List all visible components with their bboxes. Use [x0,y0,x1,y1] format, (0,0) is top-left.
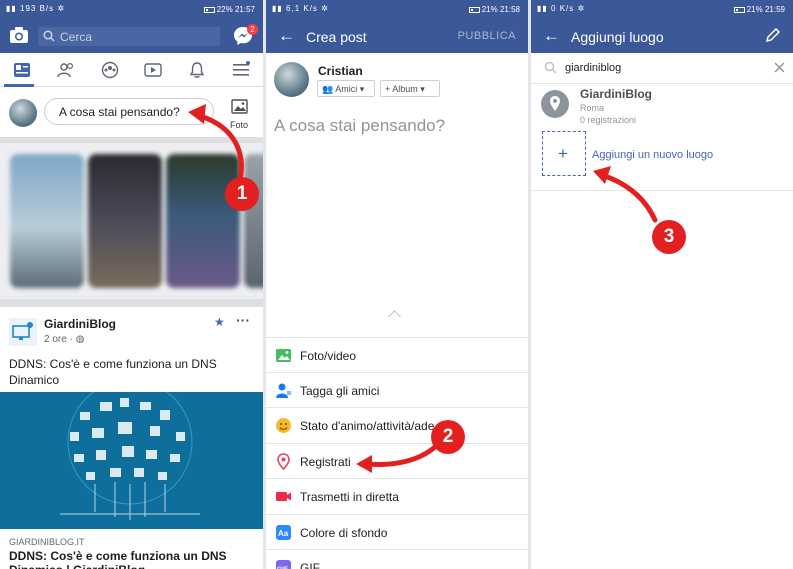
menu-label: Stato d'animo/attività/ade [300,419,435,433]
back-arrow-icon[interactable]: ← [278,26,295,46]
status-right: 21% 21:58 [467,5,520,14]
create-post-screen: ▮▮ 6,1 K/s ✲ 21% 21:58 ← Crea post PUBBL… [266,0,528,569]
avatar [9,99,37,127]
caret-icon: ▾ [420,84,425,94]
globe-icon: ◍ [75,334,85,345]
edit-pencil-icon[interactable] [765,27,781,43]
status-bar: ▮▮ 0 K/s ✲ 21% 21:59 [531,0,793,19]
place-name: GiardiniBlog [580,87,652,101]
place-checkins: 0 registrazioni [580,115,637,125]
status-left: ▮▮ 0 K/s ✲ [537,4,586,13]
top-bar: ← Crea post PUBBLICA [266,19,528,53]
search-icon [43,30,55,42]
divider [0,299,263,307]
status-right: 21% 21:59 [732,5,785,14]
menu-tab-icon[interactable] [232,61,250,79]
live-video-icon [276,492,291,501]
status-bar: ▮▮ 193 B/s ✲ 22% 21:57 [0,0,263,19]
news-feed-tab-icon[interactable] [13,61,31,79]
battery-icon [203,6,215,13]
menu-label: Colore di sfondo [300,526,388,540]
page-title: Aggiungi luogo [571,29,664,45]
add-new-place-label[interactable]: Aggiungi un nuovo luogo [592,149,713,161]
caret-icon: ▾ [359,84,365,94]
post-text-input[interactable]: A cosa stai pensando? [274,116,445,136]
plus-icon: + [558,144,568,163]
svg-text:Aa: Aa [278,529,289,538]
groups-tab-icon[interactable] [101,61,119,79]
background-color-icon: Aa [276,525,291,540]
top-bar: ← Aggiungi luogo [531,19,793,53]
tag-friends-icon [276,383,291,398]
location-pin-icon [277,453,290,470]
menu-label: GIF [300,561,320,569]
menu-label: Tagga gli amici [300,384,380,398]
step-badge: 3 [652,220,686,254]
search-icon [544,61,557,74]
favorite-star-icon[interactable]: ★ [214,315,225,329]
status-left: ▮▮ 193 B/s ✲ [6,4,66,13]
post-image[interactable] [0,392,263,529]
photo-icon [276,349,291,362]
network-illustration [60,392,200,520]
menu-label: Trasmetti in diretta [300,490,399,504]
page-title: Crea post [306,29,367,45]
notifications-tab-icon[interactable] [188,61,206,79]
messenger-badge: 2 [247,24,258,35]
status-left: ▮▮ 6,1 K/s ✲ [272,4,329,13]
menu-label: Registrati [300,455,351,469]
publish-button[interactable]: PUBBLICA [458,30,516,42]
page-avatar [9,318,37,346]
step-badge: 2 [431,420,465,454]
annotation-arrow [593,166,658,223]
avatar [274,62,309,97]
gif-icon: GIF [276,560,291,569]
watch-tab-icon[interactable] [144,61,162,79]
add-location-screen: ▮▮ 0 K/s ✲ 21% 21:59 ← Aggiungi luogo gi… [531,0,793,569]
add-new-place-button[interactable]: + [542,131,586,176]
location-pin-icon [550,96,560,111]
status-right: 22% 21:57 [202,5,255,14]
news-feed-screen: ▮▮ 193 B/s ✲ 22% 21:57 Cerca 2 A cosa st… [0,0,263,569]
clear-icon[interactable] [774,62,785,73]
active-tab-indicator [4,84,34,87]
back-arrow-icon[interactable]: ← [543,26,560,46]
menu-item-photo-video[interactable]: Foto/video [266,337,528,372]
nav-tabs [0,53,263,87]
place-result[interactable] [531,84,793,126]
story-card[interactable] [88,154,162,288]
menu-item-live-video[interactable]: Trasmetti in diretta [266,478,528,513]
menu-label: Foto/video [300,349,357,363]
menu-item-background-color[interactable]: Aa Colore di sfondo [266,514,528,549]
battery-icon [733,6,745,13]
friends-tab-icon[interactable] [57,61,75,79]
menu-item-tag-friends[interactable]: Tagga gli amici [266,372,528,407]
post-author[interactable]: GiardiniBlog [44,317,116,331]
link-domain: GIARDINIBLOG.IT [9,537,85,547]
camera-icon[interactable] [9,26,29,44]
user-name: Cristian [318,64,363,78]
annotation-arrow [188,104,244,183]
menu-item-gif[interactable]: GIF GIF [266,549,528,569]
battery-icon [468,6,480,13]
place-search-input[interactable]: giardiniblog [531,53,793,83]
status-bar: ▮▮ 6,1 K/s ✲ 21% 21:58 [266,0,528,19]
link-title[interactable]: DDNS: Cos'è e come funziona un DNS Dinam… [9,549,254,569]
story-card[interactable] [10,154,84,288]
search-input[interactable]: Cerca [38,27,220,46]
step-badge: 1 [225,177,259,211]
search-placeholder: Cerca [60,30,93,44]
post-time: 2 ore · ◍ [44,334,85,345]
post-text: DDNS: Cos'è e come funziona un DNS Dinam… [9,357,217,387]
audience-selector[interactable]: 👥 Amici ▾ [317,80,375,97]
more-options-icon[interactable]: ··· [236,312,250,328]
search-query: giardiniblog [565,62,622,74]
place-icon [541,90,569,118]
place-city: Roma [580,103,605,113]
chevron-up-icon[interactable] [388,310,401,323]
emoji-icon [276,418,291,433]
top-bar: Cerca 2 [0,19,263,53]
friends-icon: 👥 [322,84,334,94]
album-selector[interactable]: + Album ▾ [380,80,440,97]
